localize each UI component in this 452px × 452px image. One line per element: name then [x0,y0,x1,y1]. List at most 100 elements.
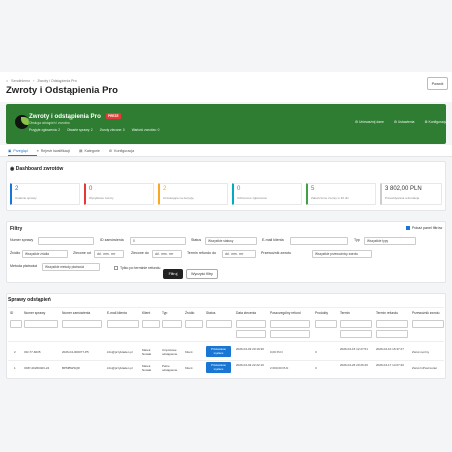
cell-products: 3 [315,366,317,370]
column-filter-input[interactable] [206,320,232,328]
column-filter-input[interactable] [24,320,58,328]
column-filter-input[interactable] [142,320,160,328]
cell-refund: 0,00 PLN [270,350,283,354]
stat-value: 2 [15,186,19,192]
column-header[interactable]: Numer sprawy [24,311,45,315]
column-filter-input[interactable] [315,320,337,328]
column-filter-input[interactable] [270,320,310,328]
carrier-label: Przewoźnik zwrotu [261,251,291,255]
type-select[interactable]: Wszystkie typy [364,237,416,245]
cases-table-title: Sprawy odstąpień [8,297,51,303]
column-header[interactable]: E-mail klienta [107,311,127,315]
column-header[interactable]: Typ [162,311,167,315]
column-filter-input[interactable] [376,330,408,338]
tab-label: Kategorie [84,149,100,153]
module-link[interactable]: ⚙ Konfiguracja [424,120,447,124]
cell-order[interactable]: 2026-04-000077-P5 [62,350,89,354]
module-stat: Wartość zwrotów: 0 [131,128,160,132]
module-link[interactable]: ⚙ Ustawienia [394,120,415,124]
overdue-checkbox[interactable] [114,266,118,270]
column-header[interactable]: Data zlecenia [236,311,256,315]
breadcrumb: ⌂ Sendinlemo › Zwroty i Odstąpienia Pro [6,79,80,83]
column-filter-input[interactable] [236,320,266,328]
cell-refund-deadline: 2026-04-10 16:37:27 [376,347,404,351]
date-to-input[interactable]: dd . mm . rrrr [152,250,182,258]
column-filter-input[interactable] [10,320,22,328]
tab-register[interactable]: ≡ Rejestr kwalifikacji [37,145,79,156]
folder-icon: ▤ [79,149,83,153]
cell-type: Pełne odstąpienie [162,364,178,372]
source-select[interactable]: Wszystkie źródła [22,250,68,258]
clear-filters-button[interactable]: Wyczyść filtry [186,269,218,279]
module-title: Zwroty i odstąpienia Pro [29,113,101,120]
page-title: Zwroty i Odstąpienia Pro [6,85,118,96]
stat-card: 0 Odrzucone zgłoszenia [232,183,302,205]
dashboard-icon: ▣ [8,149,12,153]
date-from-input[interactable]: dd . mm . rrrr [94,250,124,258]
column-header[interactable]: ID [10,311,13,315]
module-stat: Przyjęte zgłoszenia: 2 [29,128,61,132]
column-header[interactable]: Termin refundu [376,311,398,315]
module-link-label: Unieważnij dane [358,120,384,124]
stat-value: 3 802,00 PLN [385,186,422,192]
show-filters-checkbox[interactable] [406,226,410,230]
module-badge: PREZE [106,113,121,119]
cell-carrier: Zwrot ręczny [412,350,430,354]
column-filter-input[interactable] [107,320,139,328]
status-select[interactable]: Wszystkie statusy [205,237,257,245]
column-header[interactable]: Produkty [315,311,328,315]
column-filter-input[interactable] [185,320,203,328]
payment-method-label: Metoda płatności [10,264,38,268]
tab-categories[interactable]: ▤ Kategorie [79,145,109,156]
cell-refund: 2 000,00 PLN [270,366,289,370]
tab-label: Konfiguracja [114,149,135,153]
email-input[interactable] [290,237,348,245]
stat-label: Zakończone zwroty w 30 dni [311,196,349,200]
column-filter-input[interactable] [340,320,372,328]
carrier-select[interactable]: Wszystkie przewoźnicy zwrotu [312,250,372,258]
breadcrumb-icon: ⌂ [6,79,9,83]
module-logo-icon [15,115,29,129]
case-number-input[interactable] [38,237,94,245]
column-filter-input[interactable] [270,330,310,338]
tab-config[interactable]: ⚙ Konfiguracja [109,145,143,156]
cell-id: 2 [14,350,16,354]
column-filter-input[interactable] [340,330,372,338]
column-filter-input[interactable] [62,320,102,328]
filters-title: Filtry [10,226,23,232]
stat-card: 0 Wysyłkowe zwroty [84,183,154,205]
tab-bar: ▣ Przegląd ≡ Rejestr kwalifikacji ▤ Kategor… [0,145,452,157]
order-id-input[interactable]: 0 [130,237,186,245]
table-divider [8,307,444,308]
column-filter-input[interactable] [162,320,182,328]
cell-id: 1 [14,366,16,370]
back-button[interactable]: Powrót [427,77,448,90]
breadcrumb-separator: › [33,79,35,83]
tab-overview[interactable]: ▣ Przegląd [8,145,37,156]
cell-email: info@przykladen.pl [107,350,133,354]
column-header[interactable]: Termin [340,311,350,315]
cell-order[interactable]: BPMBWSQR [62,366,80,370]
column-header[interactable]: Numer zamówienia [62,311,90,315]
stat-card: 5 Zakończone zwroty w 30 dni [306,183,376,205]
column-header[interactable]: Przewoźnik zwrotu [412,311,439,315]
cell-case[interactable]: ORP-20260403-24 [24,366,49,370]
module-link[interactable]: ⚙ Unieważnij dane [355,120,384,124]
breadcrumb-item[interactable]: Sendinlemo [11,79,30,83]
payment-method-select[interactable]: Wszystkie metody płatności [42,263,100,271]
column-header[interactable]: Poszczególny refund [270,311,301,315]
column-filter-input[interactable] [412,320,444,328]
stat-label: Wysyłkowe zwroty [89,196,114,200]
filter-button[interactable]: Filtruj [163,269,183,279]
column-filter-input[interactable] [236,330,266,338]
module-stat: Zwroty zlecone: 0 [99,128,125,132]
refund-deadline-input[interactable]: dd . mm . rrrr [222,250,256,258]
cell-case[interactable]: OR-77-6035 [24,350,41,354]
column-header[interactable]: Źródło [185,311,194,315]
column-header[interactable]: Status [206,311,215,315]
stat-value: 0 [89,186,93,192]
column-filter-input[interactable] [376,320,408,328]
order-id-label: ID zamówienia [100,238,124,242]
overdue-label: Tylko po terminie refundu [120,266,161,270]
column-header[interactable]: Klient [142,311,150,315]
